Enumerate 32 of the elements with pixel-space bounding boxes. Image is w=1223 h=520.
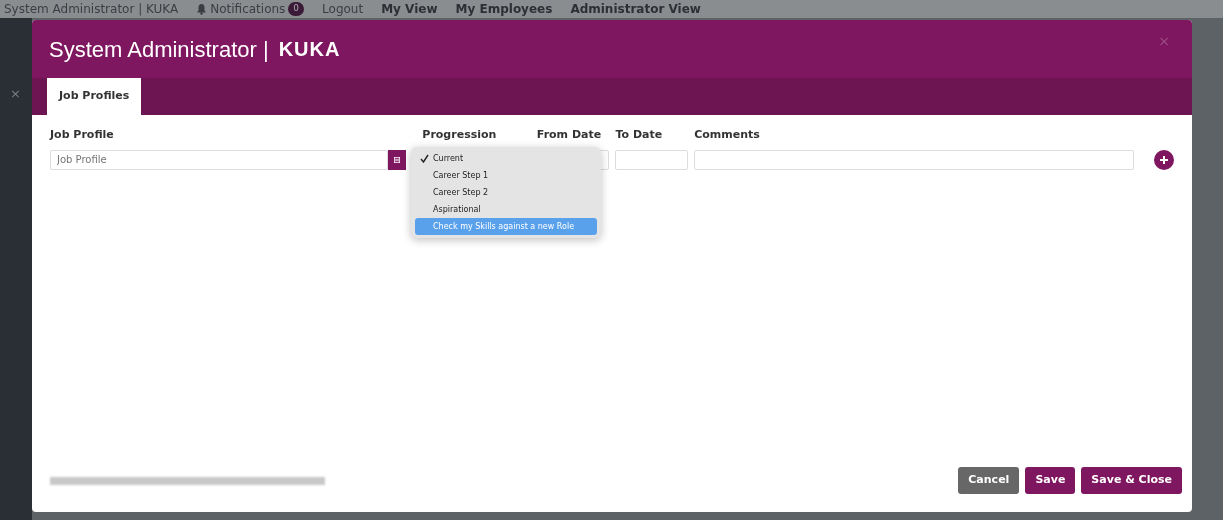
- input-field[interactable]: [694, 149, 1135, 170]
- nav-link[interactable]: My View: [381, 0, 438, 18]
- field-label: Progression: [422, 127, 498, 143]
- bell-icon: [196, 3, 208, 15]
- close-button[interactable]: ×: [10, 84, 21, 104]
- app-title: System Administrator | KUKA: [4, 1, 179, 18]
- action-button[interactable]: Save: [1025, 467, 1076, 494]
- notification-count: 0: [288, 2, 305, 16]
- list-icon: [394, 155, 401, 164]
- input-field[interactable]: [615, 149, 689, 170]
- notifications-link[interactable]: Notifications: [210, 0, 286, 18]
- dropdown-item[interactable]: Career Step 1: [415, 167, 597, 184]
- field-label: To Date: [615, 127, 664, 143]
- field-label: Job Profile: [50, 127, 115, 143]
- lookup-button[interactable]: [388, 149, 407, 170]
- dropdown-item[interactable]: Current: [415, 150, 597, 167]
- plus-icon: [1159, 154, 1170, 165]
- action-button[interactable]: Cancel: [958, 467, 1020, 494]
- input-field[interactable]: Job Profile: [50, 149, 389, 170]
- action-button[interactable]: Save & Close: [1081, 467, 1182, 494]
- logo: KUKA: [278, 37, 341, 62]
- field-label: Comments: [694, 127, 761, 143]
- field-label: From Date: [536, 127, 603, 143]
- logout-link[interactable]: Logout: [322, 0, 364, 18]
- nav-link[interactable]: Administrator View: [570, 0, 701, 18]
- nav-link[interactable]: My Employees: [455, 0, 553, 18]
- dropdown-item[interactable]: Aspirational: [415, 201, 597, 218]
- add-button[interactable]: [1154, 149, 1174, 170]
- tab[interactable]: Job Profiles: [47, 78, 142, 115]
- check-icon: [419, 153, 429, 163]
- modal-title: System Administrator |: [49, 35, 269, 64]
- dropdown-item[interactable]: Career Step 2: [415, 184, 597, 201]
